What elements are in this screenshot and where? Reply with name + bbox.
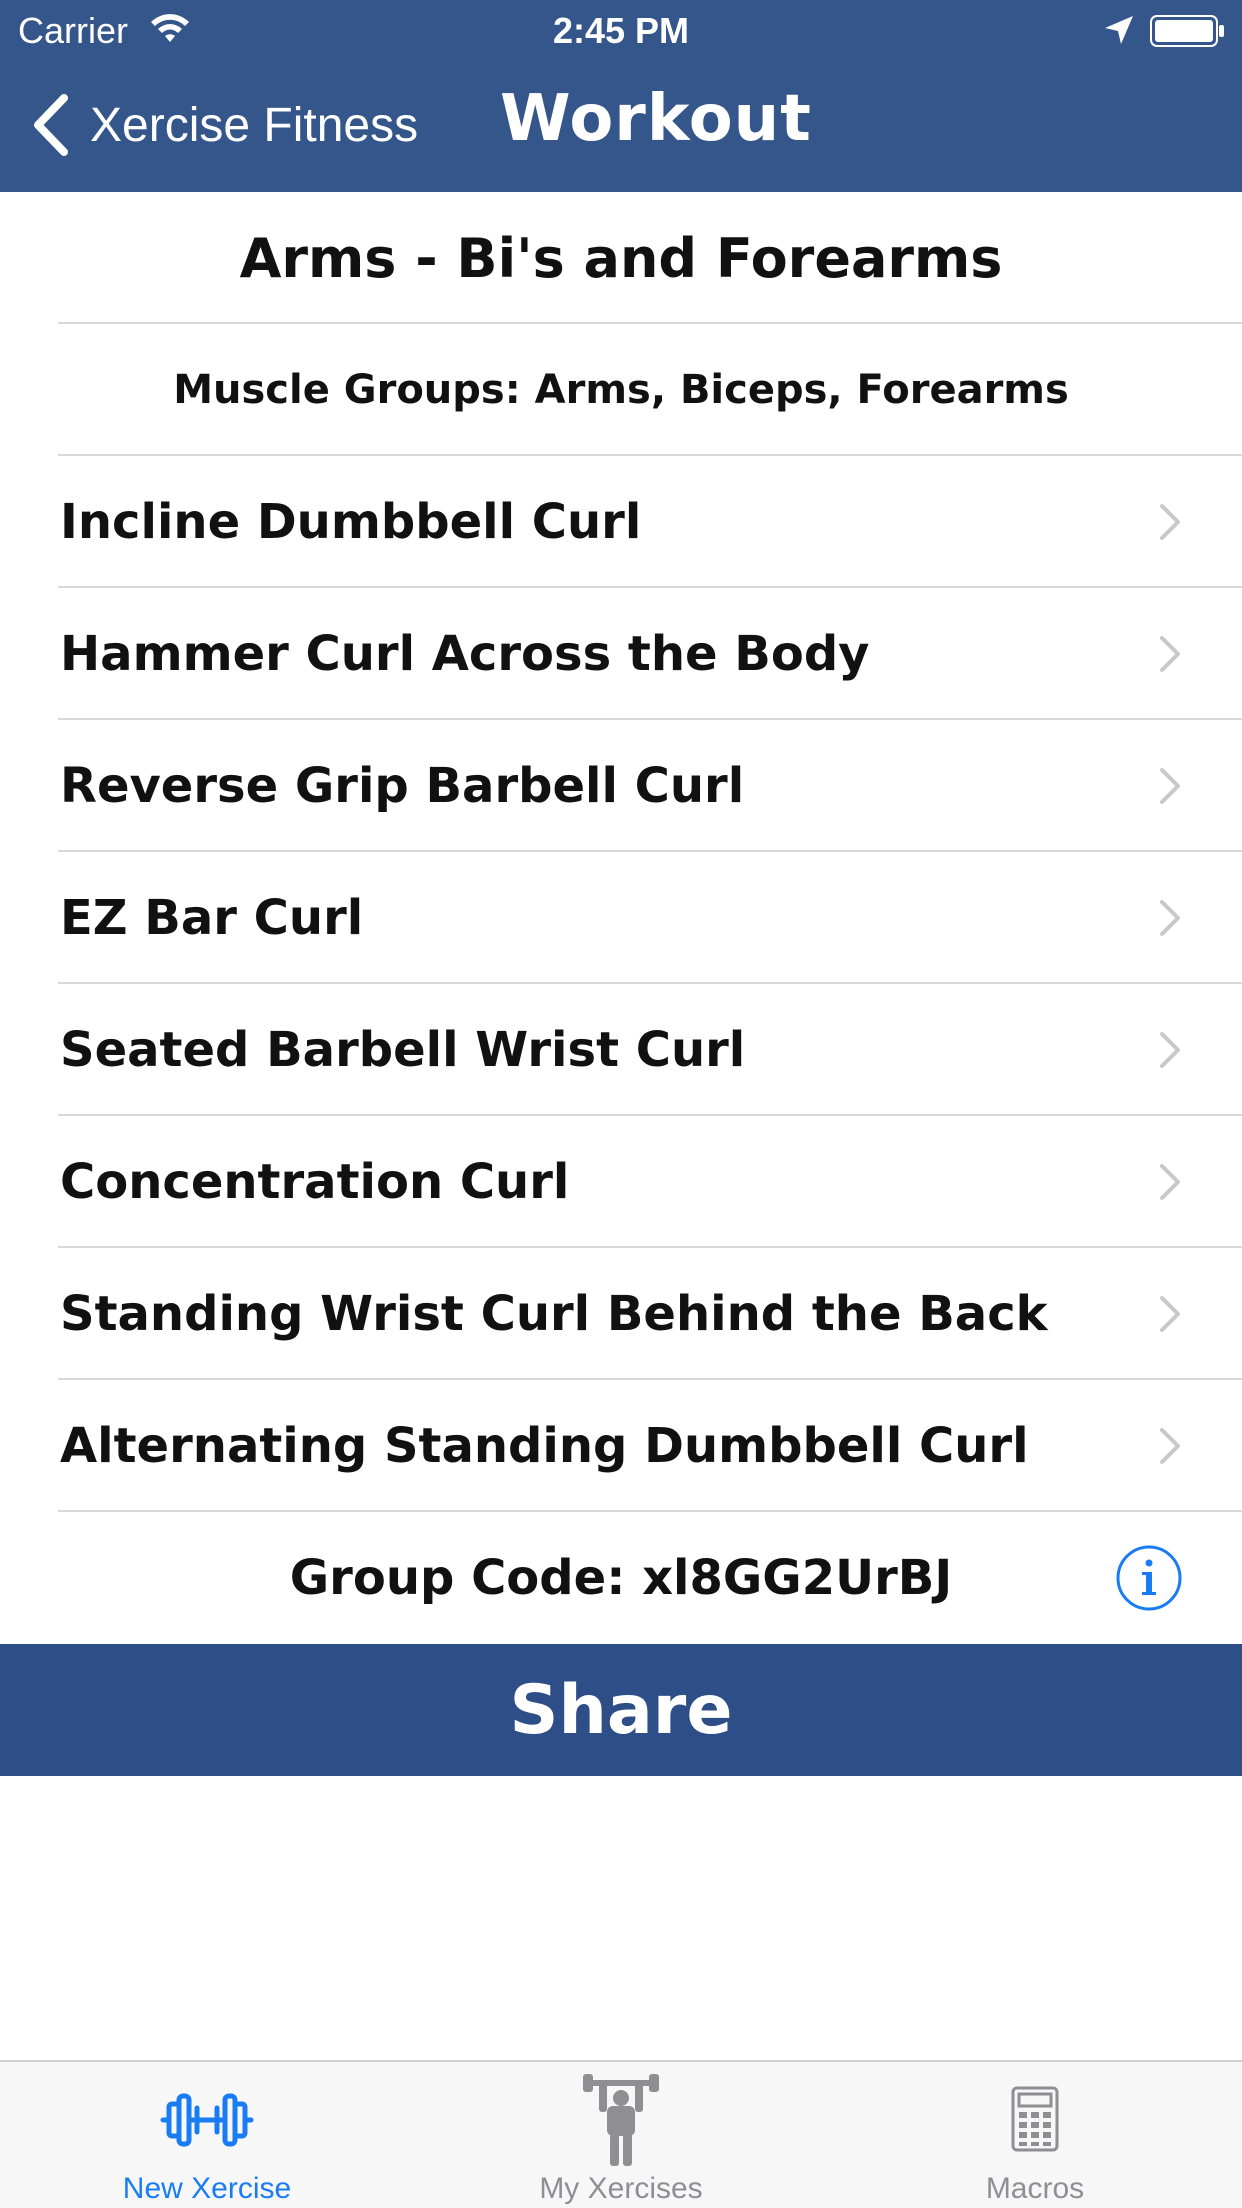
share-button[interactable]: Share [0,1644,1242,1776]
navigation-bar: Xercise Fitness Workout [0,60,1242,192]
dumbbell-icon [160,2093,254,2147]
group-code-row: Group Code: xl8GG2UrBJ [0,1512,1242,1644]
chevron-right-icon [1160,1032,1180,1068]
status-bar: Carrier 2:45 PM [0,0,1242,60]
weightlifter-icon [583,2074,659,2166]
tab-bar: New Xercise My Xercises Macros [0,2060,1242,2208]
back-button-label: Xercise Fitness [90,98,419,152]
exercise-name: Hammer Curl Across the Body [60,626,870,682]
chevron-right-icon [1160,1428,1180,1464]
workout-title: Arms - Bi's and Forearms [239,226,1003,290]
exercise-row[interactable]: Seated Barbell Wrist Curl [0,984,1242,1116]
chevron-right-icon [1160,636,1180,672]
exercise-row[interactable]: Incline Dumbbell Curl [0,456,1242,588]
exercise-name: Standing Wrist Curl Behind the Back [60,1286,1048,1342]
header: Carrier 2:45 PM Xercise Fitness Workout [0,0,1242,192]
exercise-row[interactable]: Concentration Curl [0,1116,1242,1248]
exercise-row[interactable]: Alternating Standing Dumbbell Curl [0,1380,1242,1512]
chevron-right-icon [1160,1164,1180,1200]
chevron-right-icon [1160,1296,1180,1332]
tab-label: My Xercises [539,2172,703,2205]
chevron-right-icon [1160,768,1180,804]
exercise-row[interactable]: Reverse Grip Barbell Curl [0,720,1242,852]
exercise-row[interactable]: Standing Wrist Curl Behind the Back [0,1248,1242,1380]
workout-screen: Carrier 2:45 PM Xercise Fitness Workout … [0,0,1242,2208]
tab-my-xercises[interactable]: My Xercises [414,2062,828,2208]
calculator-icon [1011,2086,1059,2152]
group-code-label: Group Code: xl8GG2UrBJ [289,1550,953,1606]
exercise-row[interactable]: EZ Bar Curl [0,852,1242,984]
workout-title-row: Arms - Bi's and Forearms [0,192,1242,324]
tab-label: New Xercise [122,2172,292,2205]
chevron-left-icon [34,94,68,156]
exercise-name: EZ Bar Curl [60,890,364,946]
chevron-right-icon [1160,900,1180,936]
muscle-groups-row: Muscle Groups: Arms, Biceps, Forearms [0,324,1242,456]
exercise-row[interactable]: Hammer Curl Across the Body [0,588,1242,720]
tab-new-xercise[interactable]: New Xercise [0,2062,414,2208]
status-time: 2:45 PM [552,10,690,51]
muscle-groups-label: Muscle Groups: Arms, Biceps, Forearms [173,367,1069,413]
exercise-name: Alternating Standing Dumbbell Curl [60,1418,1029,1474]
chevron-right-icon [1160,504,1180,540]
info-icon[interactable] [1115,1544,1183,1612]
battery-icon [1150,15,1224,47]
tab-label: Macros [985,2172,1085,2205]
location-arrow-icon [1105,16,1133,44]
exercise-name: Reverse Grip Barbell Curl [60,758,745,814]
back-button[interactable]: Xercise Fitness [30,90,418,160]
tab-macros[interactable]: Macros [828,2062,1242,2208]
exercise-name: Seated Barbell Wrist Curl [60,1022,746,1078]
exercise-name: Concentration Curl [60,1154,570,1210]
workout-list: Arms - Bi's and Forearms Muscle Groups: … [0,192,1242,1644]
nav-title: Workout [500,82,812,156]
exercise-name: Incline Dumbbell Curl [60,494,642,550]
